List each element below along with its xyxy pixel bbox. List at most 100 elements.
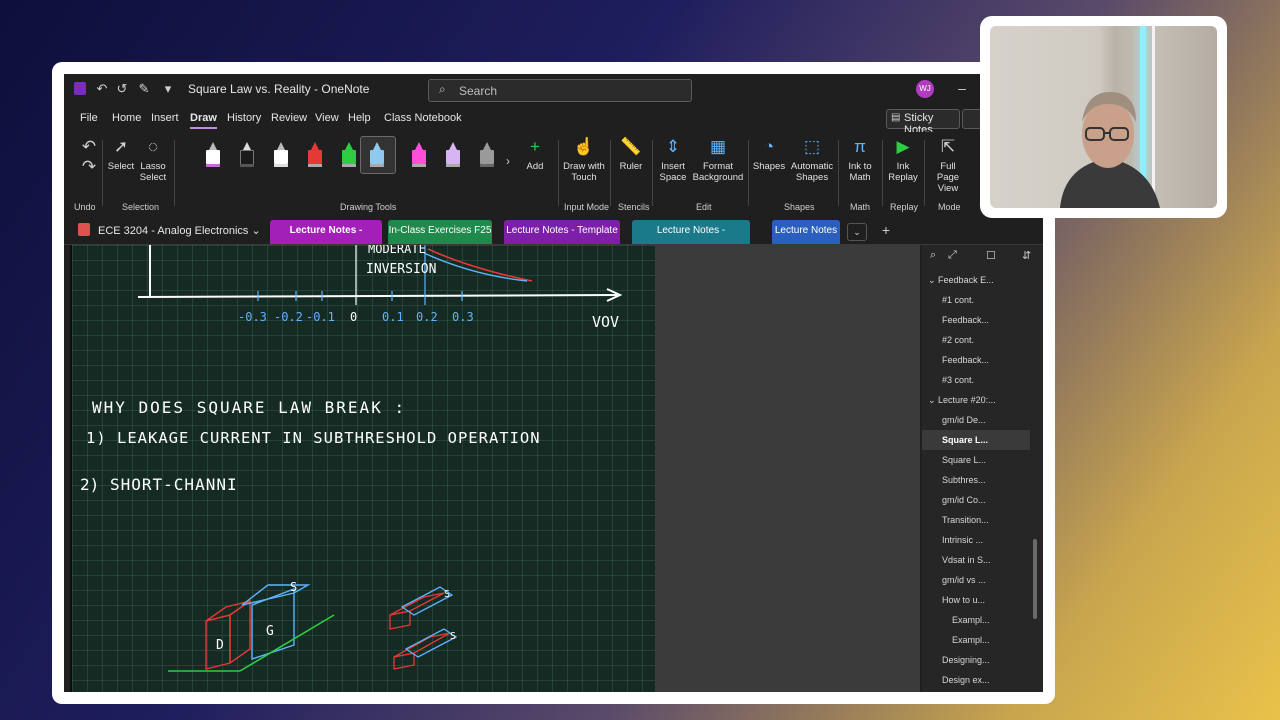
page-label: Vdsat in S... (942, 555, 991, 565)
page-item[interactable]: Design ex... (922, 670, 1030, 690)
replay-group-label: Replay (890, 202, 919, 212)
pen-black[interactable] (240, 142, 254, 168)
ink-canvas[interactable]: -0.3 -0.2 -0.1 0 0.1 0.2 0.3 VOV MODERAT… (70, 245, 655, 692)
page-item[interactable]: Designing... (922, 650, 1030, 670)
page-item[interactable]: gm/id Co... (922, 490, 1030, 510)
page-item[interactable]: Subthres... (922, 470, 1030, 490)
select-button[interactable]: ➚ Select (106, 136, 136, 172)
touch-hand-icon: ☝ (573, 137, 595, 156)
page-label: #1 cont. (942, 295, 975, 305)
shapes-button[interactable]: ◔ Shapes (752, 136, 786, 172)
lasso-select-button[interactable]: ◌ Lasso Select (138, 136, 168, 183)
page-item[interactable]: #2 cont. (922, 330, 1030, 350)
draw-touch-label: Draw with Touch (563, 161, 605, 183)
page-search-icon[interactable]: ⌕ (930, 249, 936, 269)
section-tab-lecture-notes[interactable]: Lecture Notes (772, 220, 840, 244)
pen-green[interactable] (342, 142, 356, 168)
menu-file[interactable]: File (80, 112, 98, 124)
menu-view[interactable]: View (315, 112, 339, 124)
search-input[interactable]: ⌕ Search (428, 79, 692, 102)
page-label: Feedback... (942, 355, 990, 365)
page-item[interactable]: How to u... (922, 590, 1030, 610)
page-item[interactable]: Square L... (922, 450, 1030, 470)
pen-gray[interactable] (480, 142, 494, 168)
menu-help[interactable]: Help (348, 112, 371, 124)
sticky-notes-button[interactable]: ▤ Sticky Notes (886, 109, 960, 136)
pen-light-blue[interactable] (370, 142, 384, 168)
automatic-shapes-button[interactable]: ⬚ Automatic Shapes (790, 136, 834, 183)
avatar[interactable]: WJ (916, 80, 934, 98)
menu-review[interactable]: Review (271, 112, 307, 124)
menu-home[interactable]: Home (112, 112, 141, 124)
page-item[interactable]: gm/id De... (922, 410, 1030, 430)
chevron-down-icon[interactable]: ⌄ (928, 275, 938, 285)
ink-to-math-button[interactable]: π Ink to Math (842, 136, 878, 183)
page-item[interactable]: Exampl... (922, 610, 1030, 630)
ink-replay-button[interactable]: ▶ Ink Replay (886, 136, 920, 183)
menu-history[interactable]: History (227, 112, 261, 124)
menu-insert[interactable]: Insert (151, 112, 179, 124)
ribbon-separator (748, 140, 749, 206)
sort-icon[interactable]: ⇵ (1022, 249, 1031, 269)
menu-draw[interactable]: Draw (190, 112, 217, 129)
tick-label: 0.3 (452, 310, 474, 324)
minimize-button[interactable]: – (954, 80, 970, 98)
pen-red[interactable] (308, 142, 322, 168)
page-item[interactable]: Vdsat in S... (922, 550, 1030, 570)
draw-with-touch-button[interactable]: ☝ Draw with Touch (562, 136, 606, 183)
pen-mode-icon[interactable]: ✎ (136, 81, 152, 97)
page-item[interactable]: Feedback... (922, 350, 1030, 370)
page-item[interactable]: Intrinsic ... (922, 530, 1030, 550)
math-group-label: Math (850, 202, 871, 212)
quick-access-dropdown-icon[interactable]: ▾ (160, 81, 176, 97)
notebook-selector[interactable]: ECE 3204 - Analog Electronics ⌄ (98, 224, 261, 237)
page-item[interactable]: Exampl... (922, 630, 1030, 650)
full-page-icon: ⇱ (940, 137, 956, 156)
page-item[interactable]: #3 cont. (922, 370, 1030, 390)
page-list-scrollbar[interactable] (1032, 269, 1038, 689)
pen-white-2[interactable] (274, 142, 288, 168)
ruler-button[interactable]: 📏 Ruler (616, 136, 646, 172)
page-item[interactable]: Square L... (922, 430, 1030, 450)
page-group-item[interactable]: ⌄ Lecture #20:... (922, 390, 1030, 410)
full-page-view-button[interactable]: ⇱ Full Page View (928, 136, 968, 194)
page-item[interactable]: Transition... (922, 510, 1030, 530)
page-label: Transition... (942, 515, 989, 525)
undo-icon[interactable]: ↺ (114, 81, 130, 97)
insert-space-button[interactable]: ⇕ Insert Space (656, 136, 690, 183)
highlighter-magenta[interactable] (412, 142, 426, 168)
chevron-right-icon: › (506, 154, 510, 168)
scrollbar-thumb[interactable] (1033, 539, 1037, 619)
chevron-down-icon[interactable]: ⌄ (928, 395, 938, 405)
highlighter-lavender[interactable] (446, 142, 460, 168)
more-sections-button[interactable]: ⌄ (847, 223, 867, 241)
section-tab-in-class-exercises[interactable]: In-Class Exercises F25 (388, 220, 492, 244)
shapes-group-label: Shapes (784, 202, 815, 212)
pen-white[interactable] (206, 142, 220, 168)
page-item[interactable]: Feedback... (922, 310, 1030, 330)
menu-bar: File Home Insert Draw History Review Vie… (64, 108, 1043, 136)
page-item[interactable]: #1 cont. (922, 290, 1030, 310)
expand-icon[interactable]: ⤢ (948, 249, 957, 269)
section-tab-lecture-notes-template[interactable]: Lecture Notes - Template (270, 220, 382, 258)
tick-labels: -0.3 -0.2 -0.1 0 0.1 0.2 0.3 (238, 310, 474, 324)
new-page-icon[interactable]: ☐ (986, 249, 996, 269)
notebook-name: ECE 3204 - Analog Electronics (98, 225, 249, 237)
section-tab-lecture-notes-template-2[interactable]: Lecture Notes - Template 2 (504, 220, 620, 258)
page-group-item[interactable]: ⌄ Feedback E... (922, 270, 1030, 290)
back-icon[interactable]: ↶ (94, 81, 110, 97)
tick-label: -0.3 (238, 310, 267, 324)
redo-button[interactable]: ↷ (76, 156, 98, 181)
ruler-icon: 📏 (620, 137, 642, 156)
transistor-sketch: D G S (168, 580, 335, 672)
add-section-button[interactable]: + (877, 222, 895, 238)
menu-class-notebook[interactable]: Class Notebook (384, 112, 462, 124)
title-bar: ↶ ↺ ✎ ▾ Square Law vs. Reality - OneNote… (64, 74, 1043, 104)
moderate-label: MODERATE (368, 245, 426, 256)
add-pen-button[interactable]: + Add (520, 136, 550, 172)
section-tab-lecture-notes-completed[interactable]: Lecture Notes - Completed (632, 220, 750, 258)
input-mode-group-label: Input Mode (564, 202, 610, 212)
format-background-button[interactable]: ▦ Format Background (692, 136, 744, 183)
pen-scroll-right-button[interactable]: › (502, 150, 514, 175)
page-item[interactable]: gm/id vs ... (922, 570, 1030, 590)
